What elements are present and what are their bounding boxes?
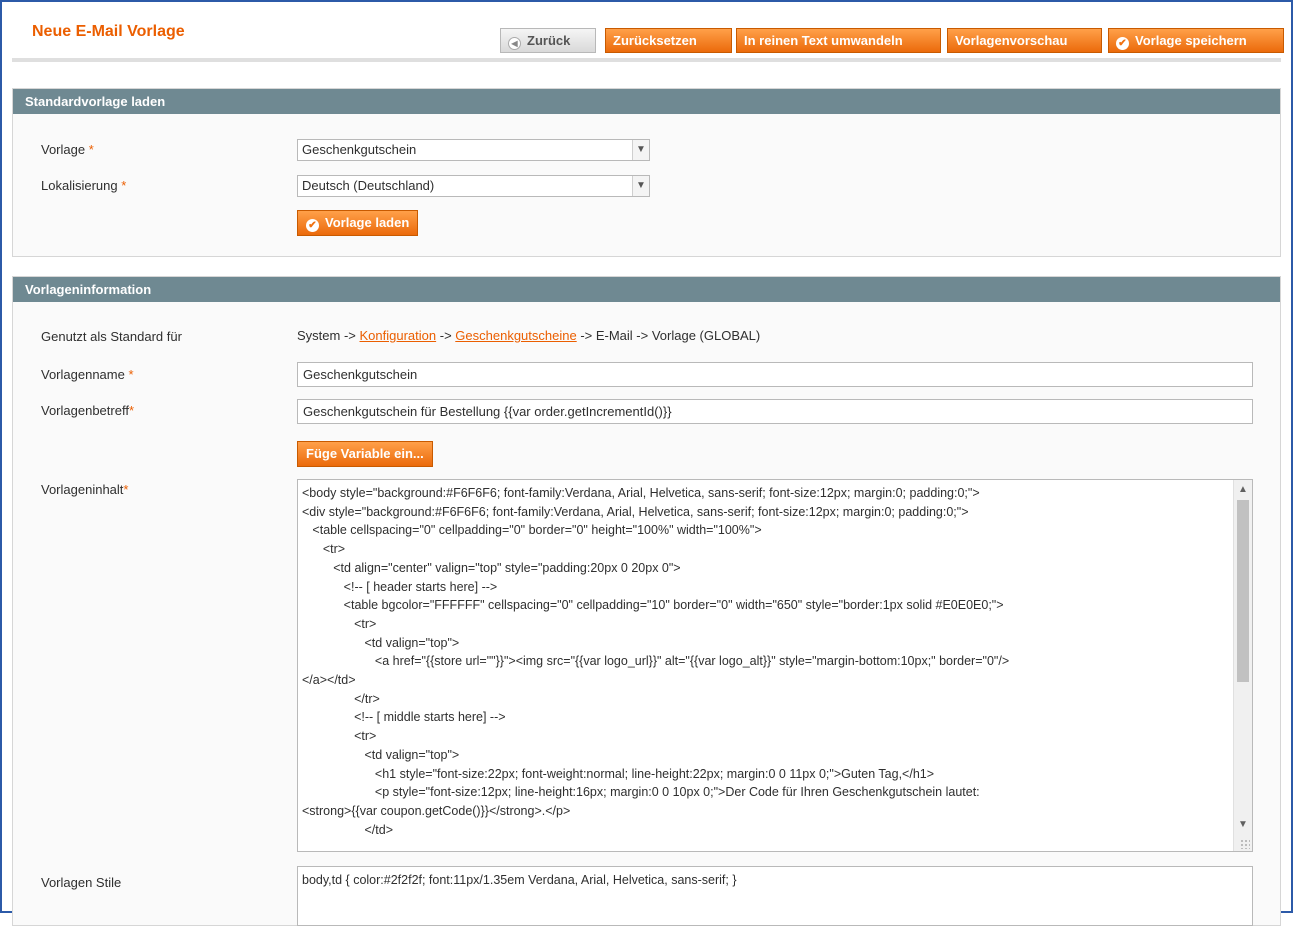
code-line: <!-- [ middle starts here] -->: [302, 710, 506, 725]
convert-to-text-button[interactable]: In reinen Text umwandeln: [736, 28, 941, 53]
load-default-template-section: Standardvorlage laden Vorlage * Geschenk…: [12, 88, 1281, 257]
code-line: <table cellspacing="0" cellpadding="0" b…: [302, 523, 762, 538]
required-marker: *: [128, 403, 135, 418]
gift-vouchers-link[interactable]: Geschenkgutscheine: [455, 328, 576, 343]
section-title: Vorlageninformation: [13, 277, 1280, 302]
template-name-label: Vorlagenname *: [41, 367, 134, 382]
reset-button[interactable]: Zurücksetzen: [605, 28, 732, 53]
code-line: <tr>: [302, 616, 377, 631]
configuration-link[interactable]: Konfiguration: [360, 328, 437, 343]
required-marker: *: [88, 142, 94, 157]
save-template-button[interactable]: ✔ Vorlage speichern: [1108, 28, 1284, 53]
template-styles-code: body,td { color:#2f2f2f; font:11px/1.35e…: [302, 873, 737, 887]
code-line: <strong>{{var coupon.getCode()}}</strong…: [302, 803, 571, 818]
code-line: <div style="background:#F6F6F6; font-fam…: [302, 504, 969, 519]
code-line: </a></td>: [302, 673, 356, 688]
template-name-input[interactable]: Geschenkgutschein: [297, 362, 1253, 387]
template-select-value: Geschenkgutschein: [302, 142, 417, 157]
template-styles-label: Vorlagen Stile: [41, 875, 122, 890]
template-select[interactable]: Geschenkgutschein ▼: [297, 139, 650, 161]
code-line: <h1 style="font-size:22px; font-weight:n…: [302, 766, 935, 781]
code-line: <td valign="top">: [302, 635, 460, 650]
config-path: System -> Konfiguration -> Geschenkgutsc…: [297, 328, 761, 343]
scroll-thumb[interactable]: [1237, 500, 1249, 682]
template-label: Vorlage *: [41, 142, 94, 157]
insert-variable-button[interactable]: Füge Variable ein...: [297, 441, 433, 467]
required-marker: *: [121, 178, 127, 193]
used-as-default-label: Genutzt als Standard für: [41, 329, 182, 344]
content-scrollbar[interactable]: ▲ ▼: [1233, 480, 1252, 851]
template-subject-label: Vorlagenbetreff*: [41, 403, 135, 418]
scroll-up-icon[interactable]: ▲: [1234, 482, 1252, 498]
code-line: <a href="{{store url=""}}"><img src="{{v…: [302, 654, 1010, 669]
back-arrow-icon: ◀: [508, 37, 521, 50]
required-marker: *: [128, 367, 134, 382]
resize-handle-icon[interactable]: [1240, 839, 1250, 849]
check-circle-icon: ✔: [1116, 37, 1129, 50]
scroll-down-icon[interactable]: ▼: [1234, 817, 1252, 833]
code-line: <p style="font-size:12px; line-height:16…: [302, 785, 980, 800]
locale-label: Lokalisierung *: [41, 178, 127, 193]
check-circle-icon: ✔: [306, 219, 319, 232]
code-line: <tr>: [302, 729, 377, 744]
code-line: <!-- [ header starts here] -->: [302, 579, 498, 594]
back-button-label: Zurück: [527, 33, 571, 48]
code-line: <td valign="top">: [302, 747, 460, 762]
code-line: <table bgcolor="FFFFFF" cellspacing="0" …: [302, 598, 1004, 613]
template-preview-button[interactable]: Vorlagenvorschau: [947, 28, 1102, 53]
code-line: <tr>: [302, 542, 346, 557]
save-button-label: Vorlage speichern: [1135, 33, 1247, 48]
page-title: Neue E-Mail Vorlage: [32, 23, 185, 40]
load-template-button-label: Vorlage laden: [325, 215, 410, 230]
template-styles-textarea[interactable]: body,td { color:#2f2f2f; font:11px/1.35e…: [297, 866, 1253, 926]
template-content-textarea[interactable]: <body style="background:#F6F6F6; font-fa…: [297, 479, 1253, 852]
template-content-label: Vorlageninhalt*: [41, 482, 129, 497]
code-line: </td>: [302, 822, 394, 837]
page-header: Neue E-Mail Vorlage ◀ Zurück Zurücksetzen…: [12, 12, 1284, 62]
code-line: <td align="center" valign="top" style="p…: [302, 560, 681, 575]
locale-select-value: Deutsch (Deutschland): [302, 178, 435, 193]
chevron-down-icon: ▼: [632, 140, 649, 160]
template-content-code: <body style="background:#F6F6F6; font-fa…: [302, 484, 1228, 839]
template-information-section: Vorlageninformation Genutzt als Standard…: [12, 276, 1281, 926]
template-subject-input[interactable]: Geschenkgutschein für Bestellung {{var o…: [297, 399, 1253, 424]
locale-select[interactable]: Deutsch (Deutschland) ▼: [297, 175, 650, 197]
load-template-button[interactable]: ✔ Vorlage laden: [297, 210, 419, 236]
code-line: </tr>: [302, 691, 380, 706]
chevron-down-icon: ▼: [632, 176, 649, 196]
code-line: <body style="background:#F6F6F6; font-fa…: [302, 486, 980, 500]
required-marker: *: [123, 482, 129, 497]
section-title: Standardvorlage laden: [13, 89, 1280, 114]
back-button[interactable]: ◀ Zurück: [500, 28, 596, 53]
